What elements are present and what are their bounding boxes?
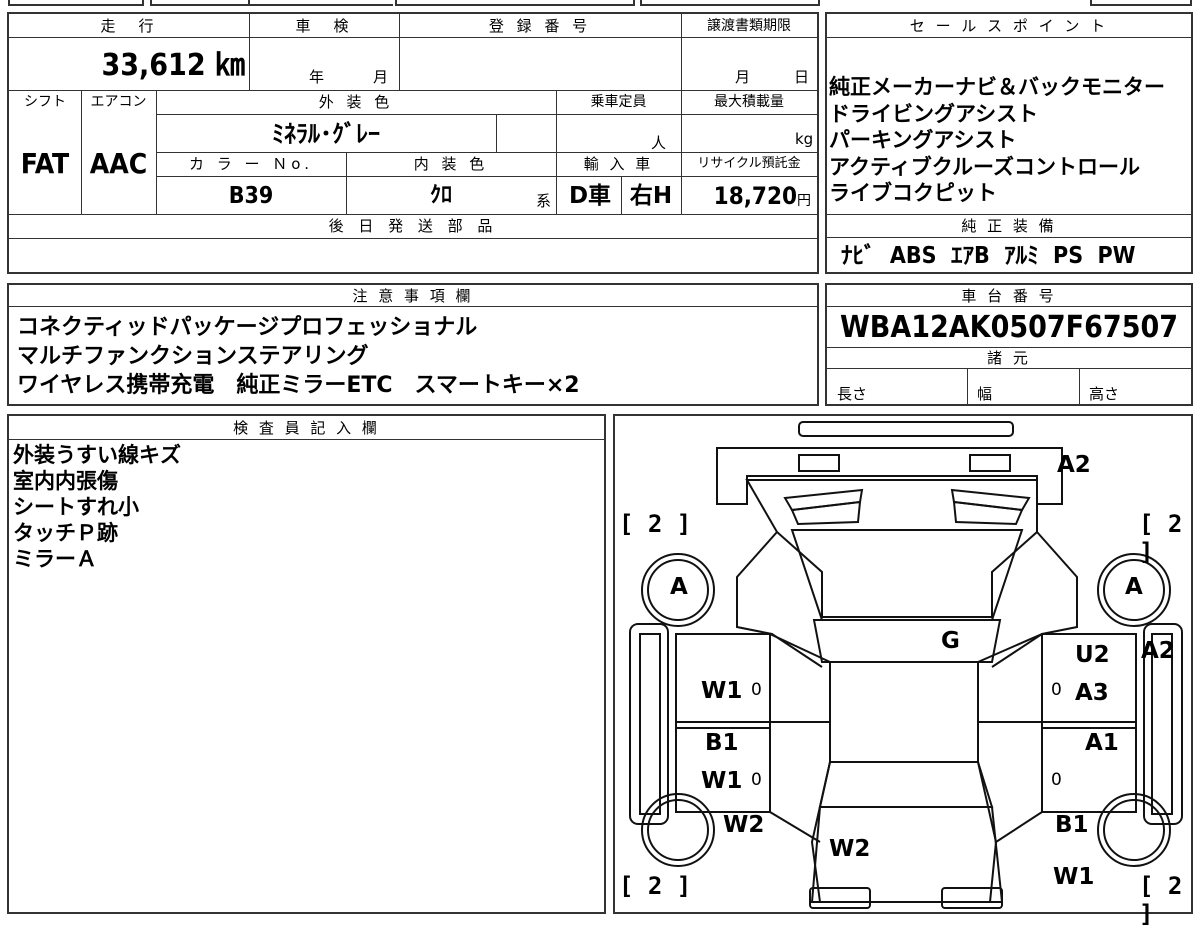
damage-mark-hood: W2 <box>829 836 871 862</box>
recycle-unit: 円 <box>797 193 811 209</box>
spec-label: 諸 元 <box>827 347 1191 369</box>
transfer-deadline-label: 譲渡書類期限 <box>707 18 791 34</box>
damage-mark-right-front-door: A1 <box>1085 730 1119 756</box>
bracket-left-top: [ 2 ] <box>619 510 692 538</box>
top-strip-cell <box>1090 0 1192 6</box>
shift-value: FAT <box>20 147 70 180</box>
transfer-month-unit: 月 <box>735 68 751 86</box>
load-unit: kg <box>795 130 814 148</box>
int-color-value: ｸﾛ <box>429 183 452 208</box>
damage-mark-left-front-door-2: W1 <box>701 768 743 794</box>
damage-mark-right-mirror: A <box>1125 574 1143 600</box>
capacity-label: 乗車定員 <box>590 94 647 110</box>
zero-mark: 0 <box>751 680 762 700</box>
shaken-month-unit: 月 <box>373 68 389 86</box>
inspector-note: 外装うすい線キズ <box>13 443 181 467</box>
inspector-box: 検 査 員 記 入 欄 外装うすい線キズ 室内内張傷 シートすれ小 タッチＰ跡 … <box>7 414 606 914</box>
damage-mark-right-front-fender-1: B1 <box>1055 812 1089 838</box>
top-strip-cell <box>150 0 250 6</box>
top-strip-cell <box>8 0 144 6</box>
bracket-right-top: [ 2 ] <box>1139 510 1183 566</box>
notes-line: ワイヤレス携帯充電 純正ミラーETC スマートキー×2 <box>17 373 580 398</box>
damage-diagram-box: A2 [ 2 ] [ 2 ] A A G U2 A2 W1 0 0 A3 B1 … <box>613 414 1193 928</box>
zero-mark: 0 <box>1051 770 1062 790</box>
notes-box: 注 意 事 項 欄 コネクティッドパッケージプロフェッショナル マルチファンクシ… <box>7 283 819 406</box>
notes-line: コネクティッドパッケージプロフェッショナル <box>17 315 478 340</box>
int-color-suffix: 系 <box>536 192 552 210</box>
inspector-note: 室内内張傷 <box>13 469 118 493</box>
bracket-left-bottom: [ 2 ] <box>619 872 692 900</box>
sales-point-item: ドライビングアシスト <box>829 101 1039 126</box>
zero-mark: 0 <box>751 770 762 790</box>
color-no-label: カ ラ ー Ｎo. <box>189 155 313 173</box>
inspector-label: 検 査 員 記 入 欄 <box>9 416 604 440</box>
ac-label: エアコン <box>90 94 147 110</box>
ext-color-label: 外 装 色 <box>318 93 394 111</box>
damage-mark-right-rear-fender: A2 <box>1141 638 1175 664</box>
damage-mark-left-front-door-1: B1 <box>705 730 739 756</box>
inspector-note: シートすれ小 <box>13 495 139 519</box>
ac-value: AAC <box>89 147 148 180</box>
capacity-unit: 人 <box>651 134 667 152</box>
notes-label: 注 意 事 項 欄 <box>9 285 817 307</box>
sales-points-list: 純正メーカーナビ＆バックモニター ドライビングアシスト パーキングアシスト アク… <box>829 74 1193 207</box>
color-no-value: B39 <box>228 183 274 209</box>
recycle-fee: 18,720 <box>713 182 797 210</box>
transfer-day-unit: 日 <box>794 68 810 86</box>
sales-point-item: パーキングアシスト <box>829 128 1017 152</box>
top-strip-cell <box>248 0 393 6</box>
zero-mark: 0 <box>1051 680 1062 700</box>
chassis-label: 車 台 番 号 <box>827 285 1191 307</box>
equipment-label: 純 正 装 備 <box>827 214 1191 238</box>
import-type: D車 <box>568 183 612 209</box>
int-color-label: 内 装 色 <box>413 155 489 173</box>
chassis-box: 車 台 番 号 WBA12AK0507F67507 諸 元 長さ 幅 高さ <box>825 283 1193 406</box>
sales-points-label: セ ー ル ス ポ イ ン ト <box>827 14 1191 38</box>
damage-mark-rear-bumper: A2 <box>1057 452 1091 478</box>
parts-label: 後 日 発 送 部 品 <box>328 217 498 235</box>
mileage-value: 33,612 ㎞ <box>101 48 245 83</box>
bracket-right-bottom: [ 2 ] <box>1139 872 1183 928</box>
damage-mark-left-front-fender: W2 <box>723 812 765 838</box>
notes-list: コネクティッドパッケージプロフェッショナル マルチファンクションステアリング ワ… <box>17 313 817 400</box>
inspector-note: タッチＰ跡 <box>13 521 118 545</box>
length-label: 長さ <box>837 385 868 403</box>
chassis-number: WBA12AK0507F67507 <box>839 310 1179 345</box>
damage-mark-roof: G <box>941 628 960 654</box>
mileage-label: 走 行 <box>100 17 158 35</box>
ext-color-value: ﾐﾈﾗﾙ･ｸﾞﾚｰ <box>272 120 380 148</box>
max-load-label: 最大積載量 <box>714 94 784 110</box>
height-label: 高さ <box>1089 385 1120 403</box>
top-strip-cell <box>640 0 820 6</box>
steering-side: 右H <box>629 183 673 209</box>
inspector-notes: 外装うすい線キズ 室内内張傷 シートすれ小 タッチＰ跡 ミラーＡ <box>13 442 593 572</box>
sales-point-item: アクティブクルーズコントロール <box>829 154 1141 179</box>
recycle-label: リサイクル預託金 <box>697 156 801 171</box>
width-label: 幅 <box>977 385 993 403</box>
damage-mark-left-rear-door: W1 <box>701 678 743 704</box>
shift-label: シフト <box>24 94 66 110</box>
import-label: 輸 入 車 <box>583 155 654 173</box>
notes-line: マルチファンクションステアリング <box>17 344 369 369</box>
sales-point-item: ライブコクピット <box>829 181 997 205</box>
damage-mark-right-front-fender-2: W1 <box>1053 864 1095 890</box>
damage-mark-left-mirror: A <box>670 574 688 600</box>
inspector-note: ミラーＡ <box>13 547 97 571</box>
equipment-value: ﾅﾋﾞ ABS ｴｱB ｱﾙﾐ PS PW <box>841 243 1136 269</box>
shaken-label: 車 検 <box>295 17 353 35</box>
top-strip <box>0 0 1200 6</box>
vehicle-info-table: 走 行 車 検 登 録 番 号 譲渡書類期限 33,612 ㎞ 年 月 月 日 … <box>7 12 819 274</box>
sales-point-item: 純正メーカーナビ＆バックモニター <box>829 75 1165 99</box>
damage-mark-right-rear-door-1: U2 <box>1075 642 1110 668</box>
shaken-year-unit: 年 <box>309 68 325 86</box>
top-strip-cell <box>395 0 635 6</box>
sales-points-box: セ ー ル ス ポ イ ン ト 純正メーカーナビ＆バックモニター ドライビングア… <box>825 12 1193 274</box>
registration-label: 登 録 番 号 <box>488 17 592 35</box>
damage-mark-right-rear-door-2: A3 <box>1075 680 1109 706</box>
